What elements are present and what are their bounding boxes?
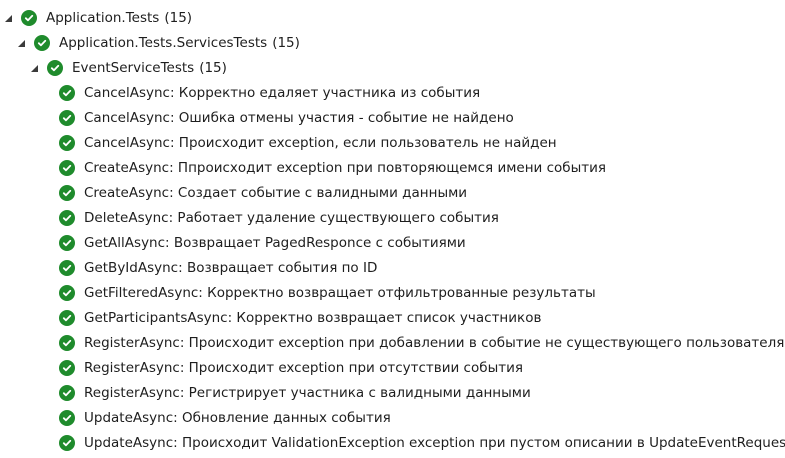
test-count: (15) [199, 60, 227, 76]
test-case-row[interactable]: UpdateAsync: Обновление данных события [0, 406, 785, 431]
check-circle-icon [34, 35, 50, 51]
test-case-label[interactable]: CancelAsync: Происходит exception, если … [84, 131, 557, 156]
test-case-label[interactable]: RegisterAsync: Происходит exception при … [84, 356, 523, 381]
test-case-label[interactable]: CancelAsync: Корректно едаляет участника… [84, 81, 480, 106]
check-circle-icon [59, 185, 75, 201]
expand-collapse-icon[interactable] [31, 65, 38, 72]
check-circle-icon [59, 410, 75, 426]
check-circle-icon [59, 135, 75, 151]
test-case-label[interactable]: RegisterAsync: Происходит exception при … [84, 331, 784, 356]
namespace-name: Application.Tests.ServicesTests [59, 35, 268, 51]
test-case-row[interactable]: CancelAsync: Ошибка отмены участия - соб… [0, 106, 785, 131]
test-case-label[interactable]: GetParticipantsAsync: Корректно возвраща… [84, 306, 541, 331]
check-circle-icon [59, 285, 75, 301]
test-case-label[interactable]: GetAllAsync: Возвращает PagedResponce с … [84, 231, 466, 256]
test-case-row[interactable]: CreateAsync: Ппроисходит exception при п… [0, 156, 785, 181]
test-case-row[interactable]: RegisterAsync: Регистрирует участника с … [0, 381, 785, 406]
test-count: (15) [272, 35, 300, 51]
test-case-label[interactable]: UpdateAsync: Происходит ValidationExcept… [84, 431, 785, 456]
test-case-label[interactable]: CreateAsync: Создает событие с валидными… [84, 181, 467, 206]
check-circle-icon [47, 60, 63, 76]
check-circle-icon [59, 385, 75, 401]
tree-node-root[interactable]: Application.Tests (15) [0, 6, 785, 31]
test-case-label[interactable]: DeleteAsync: Работает удаление существую… [84, 206, 499, 231]
check-circle-icon [59, 160, 75, 176]
tree-node-label[interactable]: Application.Tests.ServicesTests (15) [59, 31, 300, 56]
project-name: Application.Tests [46, 10, 160, 26]
class-name: EventServiceTests [72, 60, 195, 76]
tree-node-namespace[interactable]: Application.Tests.ServicesTests (15) [0, 31, 785, 56]
test-case-label[interactable]: CreateAsync: Ппроисходит exception при п… [84, 156, 606, 181]
test-case-label[interactable]: UpdateAsync: Обновление данных события [84, 406, 391, 431]
check-circle-icon [59, 235, 75, 251]
check-circle-icon [59, 435, 75, 451]
test-case-row[interactable]: GetFilteredAsync: Корректно возвращает о… [0, 281, 785, 306]
check-circle-icon [59, 85, 75, 101]
test-case-row[interactable]: CancelAsync: Происходит exception, если … [0, 131, 785, 156]
check-circle-icon [59, 260, 75, 276]
test-case-label[interactable]: GetByIdAsync: Возвращает события по ID [84, 256, 377, 281]
tree-node-class[interactable]: EventServiceTests (15) [0, 56, 785, 81]
check-circle-icon [59, 110, 75, 126]
check-circle-icon [21, 10, 37, 26]
test-case-row[interactable]: GetParticipantsAsync: Корректно возвраща… [0, 306, 785, 331]
tree-node-label[interactable]: EventServiceTests (15) [72, 56, 227, 81]
check-circle-icon [59, 210, 75, 226]
test-case-row[interactable]: GetByIdAsync: Возвращает события по ID [0, 256, 785, 281]
test-case-row[interactable]: CancelAsync: Корректно едаляет участника… [0, 81, 785, 106]
check-circle-icon [59, 360, 75, 376]
test-case-row[interactable]: UpdateAsync: Происходит ValidationExcept… [0, 431, 785, 456]
test-case-row[interactable]: DeleteAsync: Работает удаление существую… [0, 206, 785, 231]
tree-node-label[interactable]: Application.Tests (15) [46, 6, 192, 31]
test-case-label[interactable]: GetFilteredAsync: Корректно возвращает о… [84, 281, 596, 306]
test-case-label[interactable]: CancelAsync: Ошибка отмены участия - соб… [84, 106, 514, 131]
test-case-row[interactable]: RegisterAsync: Происходит exception при … [0, 331, 785, 356]
test-case-row[interactable]: GetAllAsync: Возвращает PagedResponce с … [0, 231, 785, 256]
test-case-row[interactable]: CreateAsync: Создает событие с валидными… [0, 181, 785, 206]
expand-collapse-icon[interactable] [18, 40, 25, 47]
test-case-label[interactable]: RegisterAsync: Регистрирует участника с … [84, 381, 531, 406]
check-circle-icon [59, 335, 75, 351]
test-case-row[interactable]: RegisterAsync: Происходит exception при … [0, 356, 785, 381]
test-count: (15) [164, 10, 193, 26]
test-explorer-tree: Application.Tests (15) Application.Tests.… [0, 0, 785, 458]
check-circle-icon [59, 310, 75, 326]
expand-collapse-icon[interactable] [5, 15, 12, 22]
